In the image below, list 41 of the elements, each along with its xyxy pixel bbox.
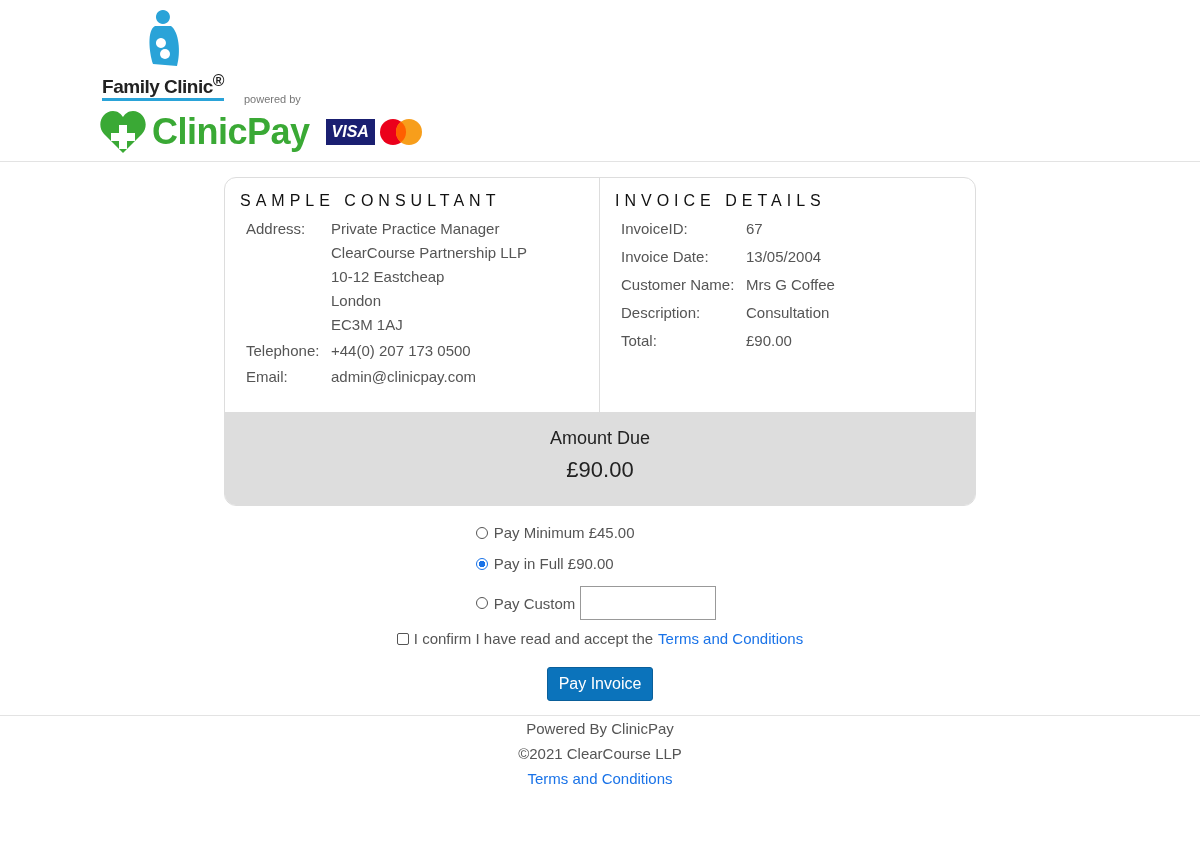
field-label: Telephone: — [246, 342, 321, 359]
field-value: EC3M 1AJ — [331, 316, 404, 333]
confirm-text: I confirm I have read and accept the — [413, 630, 654, 647]
terms-link[interactable]: Terms and Conditions — [527, 770, 673, 787]
checkbox[interactable] — [396, 632, 409, 645]
option-label: Pay Custom — [493, 594, 576, 612]
field-value: 67 — [746, 220, 763, 237]
field-value: £90.00 — [746, 332, 792, 349]
field-value: ClearCourse Partnership LLP — [331, 244, 527, 261]
field-label: Address: — [246, 220, 307, 239]
option-label: Pay in Full £90.00 — [493, 555, 614, 572]
invoice-title: INVOICE DETAILS — [615, 192, 827, 210]
powered-by-text: Powered By ClinicPay — [526, 720, 674, 737]
powered-by-text: powered by — [244, 93, 301, 106]
mastercard-icon — [378, 118, 423, 147]
field-value: +44(0) 207 173 0500 — [331, 342, 471, 359]
field-label: Invoice Date: — [621, 248, 710, 265]
field-value: Private Practice Manager — [331, 220, 501, 237]
clinicpay-logo-text: ClinicPay — [152, 111, 310, 154]
clinic-logo-text: Family Clinic$^{®}$ — [102, 70, 224, 102]
field-label: Total: — [621, 332, 658, 349]
field-label: InvoiceID: — [621, 220, 689, 237]
field-value: admin@clinicpay.com — [331, 368, 476, 385]
visa-logo: VISA — [325, 119, 375, 146]
option-label: Pay Minimum £45.00 — [493, 524, 635, 541]
field-value: 13/05/2004 — [746, 248, 822, 265]
field-value: London — [331, 292, 383, 309]
field-label: Customer Name: — [621, 276, 736, 293]
custom-amount-field[interactable] — [580, 586, 717, 620]
terms-link[interactable]: Terms and Conditions — [658, 630, 804, 647]
field-value: Consultation — [746, 304, 830, 321]
amount-due-label: Amount Due — [549, 428, 651, 449]
amount-due-value: £90.00 — [566, 457, 634, 483]
field-label: Description: — [621, 304, 702, 321]
copyright-text: ©2021 ClearCourse LLP — [518, 745, 682, 762]
field-value: 10-12 Eastcheap — [331, 268, 446, 285]
field-label: Email: — [246, 368, 289, 385]
consultant-title: SAMPLE CONSULTANT — [240, 192, 502, 210]
pay-invoice-button[interactable]: Pay Invoice — [546, 667, 654, 701]
field-value: Mrs G Coffee — [746, 276, 835, 293]
radio-button[interactable] — [475, 557, 488, 570]
